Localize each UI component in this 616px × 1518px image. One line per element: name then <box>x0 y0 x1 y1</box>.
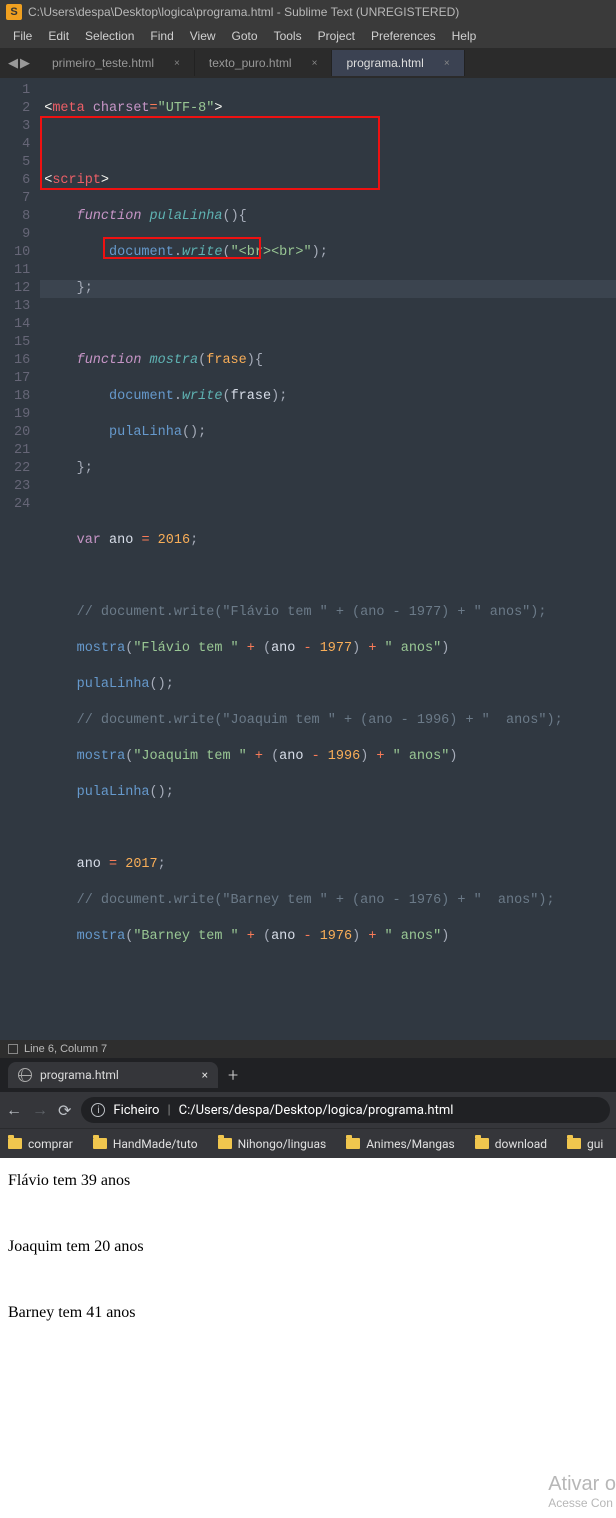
menu-tools[interactable]: Tools <box>266 27 310 45</box>
bookmark-animes[interactable]: Animes/Mangas <box>346 1137 455 1151</box>
address-bar[interactable]: i Ficheiro | C:/Users/despa/Desktop/logi… <box>81 1097 610 1123</box>
sublime-titlebar[interactable]: S C:\Users\despa\Desktop\logica\programa… <box>0 0 616 24</box>
sublime-tabbar: ◀ ▶ primeiro_teste.html × texto_puro.htm… <box>0 48 616 78</box>
windows-activation-watermark: Ativar o Acesse Con <box>548 1473 616 1510</box>
code-content[interactable]: <meta charset="UTF-8"> <script> function… <box>40 78 616 1040</box>
status-checkbox-icon[interactable] <box>8 1044 18 1054</box>
bookmark-nihongo[interactable]: Nihongo/linguas <box>218 1137 327 1151</box>
tab-close-icon[interactable]: × <box>312 58 318 69</box>
tab-label: programa.html <box>346 56 423 70</box>
chrome-toolbar: ← → ⟳ i Ficheiro | C:/Users/despa/Deskto… <box>0 1092 616 1128</box>
chrome-tab-title: programa.html <box>40 1068 119 1082</box>
chrome-tab-programa[interactable]: programa.html × <box>8 1062 218 1088</box>
menu-goto[interactable]: Goto <box>224 27 266 45</box>
chrome-window: programa.html × + ← → ⟳ i Ficheiro | C:/… <box>0 1058 616 1158</box>
bookmark-handmade[interactable]: HandMade/tuto <box>93 1137 198 1151</box>
tab-label: primeiro_teste.html <box>52 56 154 70</box>
bookmark-gui[interactable]: gui <box>567 1137 603 1151</box>
sublime-app-icon: S <box>6 4 22 20</box>
sublime-window: S C:\Users\despa\Desktop\logica\programa… <box>0 0 616 1058</box>
forward-button[interactable]: → <box>32 1100 48 1120</box>
status-cursor-pos: Line 6, Column 7 <box>24 1043 107 1055</box>
chrome-tabstrip: programa.html × + <box>0 1058 616 1092</box>
tab-texto-puro[interactable]: texto_puro.html × <box>195 50 333 76</box>
folder-icon <box>218 1138 232 1149</box>
globe-icon <box>18 1068 32 1082</box>
tab-close-icon[interactable]: × <box>174 58 180 69</box>
folder-icon <box>475 1138 489 1149</box>
output-line-2: Joaquim tem 20 anos <box>8 1238 608 1256</box>
menu-selection[interactable]: Selection <box>77 27 142 45</box>
tab-nav-left-icon[interactable]: ◀ <box>8 56 18 71</box>
folder-icon <box>346 1138 360 1149</box>
reload-button[interactable]: ⟳ <box>58 1101 71 1120</box>
chrome-new-tab-button[interactable]: + <box>228 1065 238 1086</box>
output-line-3: Barney tem 41 anos <box>8 1304 608 1322</box>
window-title: C:\Users\despa\Desktop\logica\programa.h… <box>28 5 459 19</box>
tab-close-icon[interactable]: × <box>444 58 450 69</box>
bookmarks-bar: comprar HandMade/tuto Nihongo/linguas An… <box>0 1128 616 1158</box>
folder-icon <box>8 1138 22 1149</box>
menu-project[interactable]: Project <box>310 27 363 45</box>
folder-icon <box>567 1138 581 1149</box>
back-button[interactable]: ← <box>6 1100 22 1120</box>
address-path: C:/Users/despa/Desktop/logica/programa.h… <box>179 1103 454 1118</box>
folder-icon <box>93 1138 107 1149</box>
tab-label: texto_puro.html <box>209 56 292 70</box>
menu-view[interactable]: View <box>182 27 224 45</box>
rendered-page: Flávio tem 39 anos Joaquim tem 20 anos B… <box>0 1158 616 1518</box>
editor-area[interactable]: 123456789101112131415161718192021222324 … <box>0 78 616 1040</box>
chrome-tab-close-icon[interactable]: × <box>202 1068 208 1082</box>
output-line-1: Flávio tem 39 anos <box>8 1172 608 1190</box>
tab-programa[interactable]: programa.html × <box>332 50 464 76</box>
address-scheme: Ficheiro <box>113 1103 159 1118</box>
tab-primeiro-teste[interactable]: primeiro_teste.html × <box>38 50 195 76</box>
line-gutter: 123456789101112131415161718192021222324 <box>0 78 40 1040</box>
menu-help[interactable]: Help <box>444 27 485 45</box>
sublime-menubar: File Edit Selection Find View Goto Tools… <box>0 24 616 48</box>
bookmark-download[interactable]: download <box>475 1137 547 1151</box>
address-separator: | <box>167 1103 170 1118</box>
menu-preferences[interactable]: Preferences <box>363 27 444 45</box>
bookmark-comprar[interactable]: comprar <box>8 1137 73 1151</box>
menu-file[interactable]: File <box>5 27 40 45</box>
site-info-icon[interactable]: i <box>91 1103 105 1117</box>
sublime-statusbar: Line 6, Column 7 <box>0 1040 616 1058</box>
menu-edit[interactable]: Edit <box>40 27 77 45</box>
tab-nav-right-icon[interactable]: ▶ <box>20 56 30 71</box>
menu-find[interactable]: Find <box>142 27 181 45</box>
